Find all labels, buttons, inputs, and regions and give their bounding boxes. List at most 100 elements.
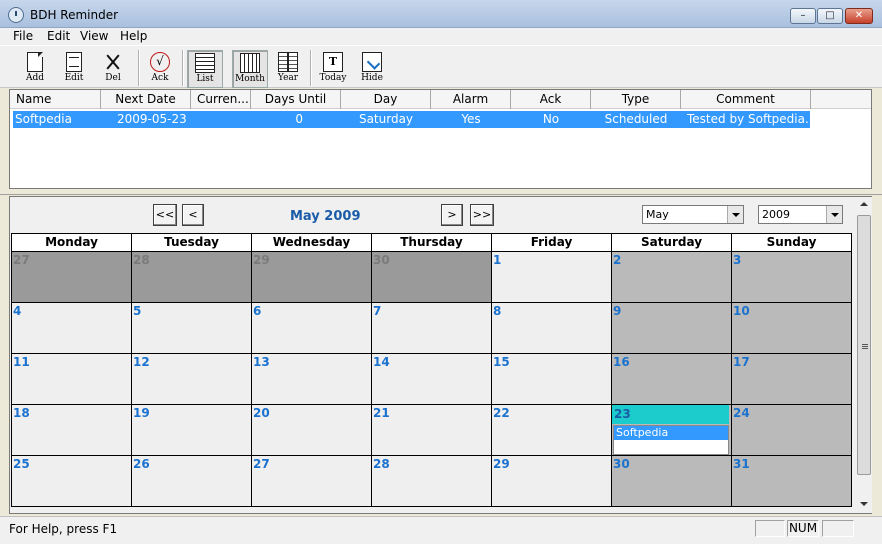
- day-cell[interactable]: 24: [731, 404, 852, 456]
- day-cell[interactable]: 19: [131, 404, 252, 456]
- day-cell[interactable]: 28: [131, 251, 252, 303]
- previous-month-button[interactable]: <: [182, 204, 204, 226]
- day-number: 30: [613, 457, 630, 471]
- day-cell[interactable]: 17: [731, 353, 852, 405]
- day-number: 29: [253, 253, 270, 267]
- month-select-value: May: [646, 208, 669, 221]
- day-cell[interactable]: 1: [491, 251, 612, 303]
- column-next-date[interactable]: Next Date: [101, 90, 191, 109]
- day-cell[interactable]: 18: [11, 404, 132, 456]
- scroll-up-icon[interactable]: [860, 202, 868, 206]
- day-events-list[interactable]: Softpedia: [613, 425, 729, 455]
- day-cell[interactable]: 29: [251, 251, 372, 303]
- day-number: 29: [493, 457, 510, 471]
- close-button[interactable]: ✕: [845, 8, 873, 24]
- day-cell[interactable]: 30: [611, 455, 732, 507]
- day-number: 9: [613, 304, 622, 318]
- chevron-down-icon[interactable]: [727, 206, 743, 223]
- day-cell[interactable]: 4: [11, 302, 132, 354]
- day-cell[interactable]: 9: [611, 302, 732, 354]
- day-cell[interactable]: 14: [371, 353, 492, 405]
- day-cell[interactable]: 10: [731, 302, 852, 354]
- day-number: 10: [733, 304, 750, 318]
- column-ack[interactable]: Ack: [511, 90, 591, 109]
- hide-button[interactable]: Hide: [354, 50, 390, 88]
- list-view-button[interactable]: List: [187, 50, 223, 88]
- day-cell[interactable]: 31: [731, 455, 852, 507]
- first-month-button[interactable]: <<: [153, 204, 177, 226]
- column-comment[interactable]: Comment: [681, 90, 811, 109]
- today-button[interactable]: T Today: [315, 50, 351, 88]
- day-cell[interactable]: 22: [491, 404, 612, 456]
- calendar-scrollbar[interactable]: [856, 197, 872, 513]
- column-current[interactable]: Curren...: [191, 90, 251, 109]
- day-number: 12: [133, 355, 150, 369]
- edit-button[interactable]: Edit: [56, 50, 92, 88]
- last-month-button[interactable]: >>: [470, 204, 494, 226]
- day-cell[interactable]: 30: [371, 251, 492, 303]
- day-number: 16: [613, 355, 630, 369]
- day-cell[interactable]: 5: [131, 302, 252, 354]
- status-pane-caps: [755, 520, 785, 537]
- day-cell[interactable]: 29: [491, 455, 612, 507]
- today-cell[interactable]: 23 Softpedia: [611, 404, 732, 456]
- year-view-button[interactable]: Year: [270, 50, 306, 88]
- status-help-text: For Help, press F1: [9, 522, 118, 536]
- day-number: 20: [253, 406, 270, 420]
- day-cell[interactable]: 28: [371, 455, 492, 507]
- app-clock-icon: [8, 7, 24, 23]
- delete-button[interactable]: Del: [95, 50, 131, 88]
- day-cell[interactable]: 12: [131, 353, 252, 405]
- add-button[interactable]: Add: [17, 50, 53, 88]
- year-select-value: 2009: [762, 208, 790, 221]
- menu-file[interactable]: File: [13, 29, 33, 43]
- reminder-list[interactable]: Name Next Date Curren... Days Until Day …: [9, 89, 872, 189]
- title-bar: BDH Reminder – □ ✕: [0, 0, 882, 28]
- acknowledge-button[interactable]: √ Ack: [142, 50, 178, 88]
- day-cell[interactable]: 13: [251, 353, 372, 405]
- day-number: 24: [733, 406, 750, 420]
- weekday-friday: Friday: [491, 233, 612, 252]
- edit-document-icon: [66, 52, 82, 72]
- day-cell[interactable]: 16: [611, 353, 732, 405]
- column-alarm[interactable]: Alarm: [431, 90, 511, 109]
- grip-icon: [862, 344, 868, 349]
- day-cell[interactable]: 6: [251, 302, 372, 354]
- month-view-button[interactable]: Month: [232, 50, 268, 88]
- day-cell[interactable]: 11: [11, 353, 132, 405]
- column-day[interactable]: Day: [341, 90, 431, 109]
- day-cell[interactable]: 21: [371, 404, 492, 456]
- day-cell[interactable]: 27: [11, 251, 132, 303]
- toolbar-separator: [138, 50, 140, 86]
- chevron-down-icon[interactable]: [826, 206, 842, 223]
- scroll-thumb[interactable]: [857, 215, 871, 475]
- day-cell[interactable]: 3: [731, 251, 852, 303]
- day-cell[interactable]: 15: [491, 353, 612, 405]
- minimize-button[interactable]: –: [790, 8, 816, 24]
- menu-view[interactable]: View: [80, 29, 108, 43]
- day-number: 27: [253, 457, 270, 471]
- column-name[interactable]: Name: [10, 90, 101, 109]
- day-cell[interactable]: 7: [371, 302, 492, 354]
- menu-help[interactable]: Help: [120, 29, 147, 43]
- calendar-month-title: May 2009: [290, 209, 361, 224]
- toolbar: Add Edit Del √ Ack List Month Year T Tod…: [0, 45, 882, 88]
- event-item[interactable]: Softpedia: [614, 426, 728, 440]
- scroll-down-icon[interactable]: [860, 502, 868, 506]
- day-cell[interactable]: 27: [251, 455, 372, 507]
- next-month-button[interactable]: >: [441, 204, 463, 226]
- cell-day: Saturday: [358, 112, 414, 126]
- pane-splitter[interactable]: [0, 190, 882, 195]
- column-days-until[interactable]: Days Until: [251, 90, 341, 109]
- day-cell[interactable]: 25: [11, 455, 132, 507]
- list-row[interactable]: Softpedia 2009-05-23 0 Saturday Yes No S…: [13, 111, 810, 128]
- column-type[interactable]: Type: [591, 90, 681, 109]
- year-select[interactable]: 2009: [758, 205, 843, 224]
- day-cell[interactable]: 8: [491, 302, 612, 354]
- month-select[interactable]: May: [642, 205, 744, 224]
- maximize-button[interactable]: □: [817, 8, 843, 24]
- day-cell[interactable]: 2: [611, 251, 732, 303]
- day-cell[interactable]: 26: [131, 455, 252, 507]
- menu-edit[interactable]: Edit: [47, 29, 70, 43]
- day-cell[interactable]: 20: [251, 404, 372, 456]
